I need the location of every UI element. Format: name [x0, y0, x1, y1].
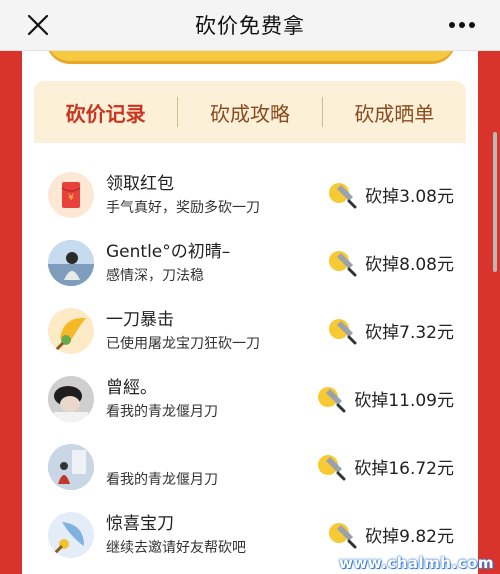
close-icon[interactable] — [22, 9, 54, 41]
nav-bar: 砍价免费拿 — [0, 0, 500, 51]
page-border-left — [0, 51, 22, 574]
record-desc: 看我的青龙偃月刀 — [106, 404, 218, 420]
amount-group: 砍掉11.09元 — [316, 383, 454, 413]
knife-icon — [318, 455, 346, 481]
page-border-right — [478, 51, 500, 574]
amount-group: 砍掉3.08元 — [327, 179, 454, 209]
knife-icon — [318, 387, 346, 413]
record-desc: 继续去邀请好友帮砍吧 — [106, 540, 246, 556]
record-desc: 感情深，刀法稳 — [106, 268, 204, 284]
record-amount: 砍掉16.72元 — [354, 458, 454, 479]
top-banner-edge — [46, 51, 456, 61]
blue-blade-icon — [48, 512, 94, 558]
tab-bargain-records[interactable]: 砍价记录 — [34, 81, 177, 143]
list-item: 一刀暴击 已使用屠龙宝刀狂砍一刀 砍掉7.32元 — [22, 297, 478, 365]
record-desc: 看我的青龙偃月刀 — [106, 472, 218, 488]
record-amount: 砍掉11.09元 — [354, 390, 454, 411]
amount-group: 砍掉9.82元 — [327, 519, 454, 549]
list-item: Gentle°の初晴– 感情深，刀法稳 砍掉8.08元 — [22, 229, 478, 297]
knife-icon — [329, 183, 357, 209]
record-desc: 已使用屠龙宝刀狂砍一刀 — [106, 336, 260, 352]
record-name: Gentle°の初晴– — [106, 242, 231, 262]
knife-icon — [329, 319, 357, 345]
knife-icon — [329, 251, 357, 277]
top-strip — [22, 51, 478, 73]
watermark: www.chalmh.com — [339, 554, 494, 572]
tab-bar: 砍价记录 砍成攻略 砍成晒单 — [34, 81, 466, 143]
amount-group: 砍掉7.32元 — [327, 315, 454, 345]
record-name: 一刀暴击 — [106, 310, 174, 330]
record-list: ¥ 领取红包 手气真好，奖励多砍一刀 砍掉3.08元 Gentle°の初晴– 感… — [22, 161, 478, 569]
record-name: 领取红包 — [106, 174, 174, 194]
amount-group: 砍掉8.08元 — [327, 247, 454, 277]
user-avatar — [48, 444, 94, 490]
page-title: 砍价免费拿 — [195, 14, 305, 38]
tab-bargain-guide[interactable]: 砍成攻略 — [178, 81, 321, 143]
record-name: 惊喜宝刀 — [106, 514, 174, 534]
list-item: 看我的青龙偃月刀 砍掉16.72元 — [22, 433, 478, 501]
record-name: 曾經。 — [106, 378, 157, 398]
more-icon[interactable] — [446, 9, 478, 41]
user-avatar — [48, 376, 94, 422]
bargain-panel: 砍价记录 砍成攻略 砍成晒单 ¥ 领取红包 手气真好，奖励多砍一刀 砍掉3.08… — [22, 51, 478, 574]
tab-bargain-showcase[interactable]: 砍成晒单 — [323, 81, 466, 143]
golden-blade-icon — [48, 308, 94, 354]
list-item: 曾經。 看我的青龙偃月刀 砍掉11.09元 — [22, 365, 478, 433]
svg-text:¥: ¥ — [68, 193, 74, 203]
record-desc: 手气真好，奖励多砍一刀 — [106, 200, 260, 216]
red-envelope-icon: ¥ — [48, 172, 94, 218]
record-amount: 砍掉7.32元 — [365, 322, 454, 343]
scrollbar[interactable] — [493, 132, 497, 272]
user-avatar — [48, 240, 94, 286]
record-amount: 砍掉9.82元 — [365, 526, 454, 547]
record-amount: 砍掉3.08元 — [365, 186, 454, 207]
amount-group: 砍掉16.72元 — [316, 451, 454, 481]
record-amount: 砍掉8.08元 — [365, 254, 454, 275]
knife-icon — [329, 523, 357, 549]
list-item: ¥ 领取红包 手气真好，奖励多砍一刀 砍掉3.08元 — [22, 161, 478, 229]
